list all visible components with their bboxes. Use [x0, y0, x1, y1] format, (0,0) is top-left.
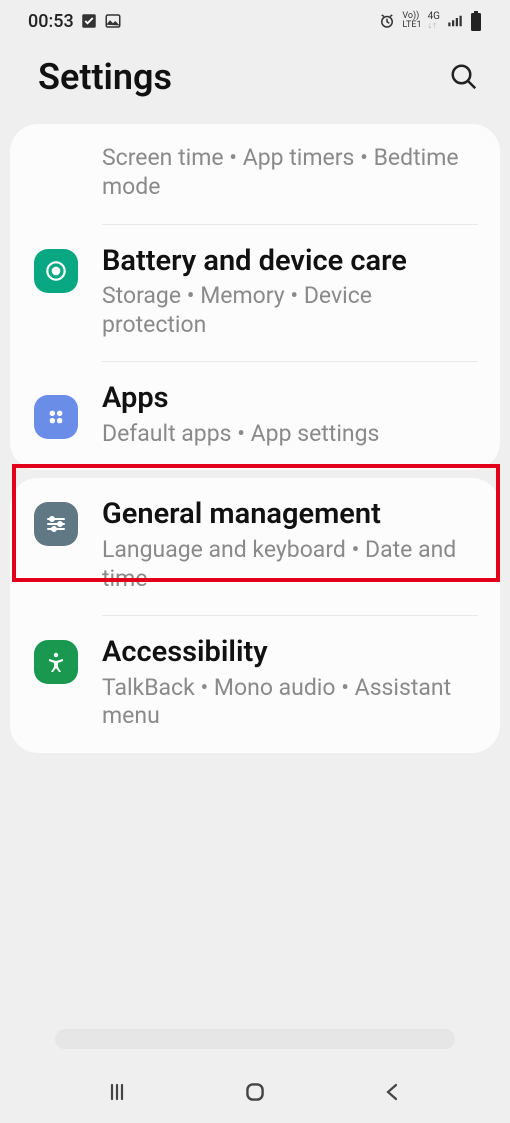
status-left: 00:53 — [28, 11, 122, 32]
status-right: Vo)) LTE1 4G ↓↑ — [378, 11, 482, 31]
image-icon — [104, 12, 122, 30]
row-title: Apps — [102, 382, 478, 415]
row-subtitle: Language and keyboard • Date and time — [102, 536, 478, 594]
header: Settings — [0, 38, 510, 116]
checkbox-icon — [80, 12, 98, 30]
row-title: Battery and device care — [102, 245, 478, 278]
back-button[interactable] — [371, 1070, 415, 1114]
scroll-indicator — [55, 1029, 455, 1049]
screen-time-row[interactable]: Screen time • App timers • Bedtime mode — [10, 124, 500, 224]
battery-device-care-row[interactable]: Battery and device care Storage • Memory… — [10, 225, 500, 362]
accessibility-icon — [34, 640, 78, 684]
signal-icon — [446, 12, 464, 30]
settings-card: General management Language and keyboard… — [10, 478, 500, 753]
page-title: Settings — [38, 56, 172, 98]
general-management-icon — [34, 502, 78, 546]
search-button[interactable] — [446, 59, 482, 95]
recents-button[interactable] — [95, 1070, 139, 1114]
volte-indicator: Vo)) LTE1 — [402, 12, 421, 30]
row-subtitle: Default apps • App settings — [102, 420, 478, 449]
data-indicator: 4G ↓↑ — [428, 12, 440, 31]
row-title: Accessibility — [102, 636, 478, 669]
navigation-bar — [0, 1061, 510, 1123]
battery-icon — [470, 11, 482, 31]
device-care-icon — [34, 249, 78, 293]
accessibility-row[interactable]: Accessibility TalkBack • Mono audio • As… — [10, 616, 500, 753]
general-management-row[interactable]: General management Language and keyboard… — [10, 478, 500, 615]
apps-row[interactable]: Apps Default apps • App settings — [10, 362, 500, 470]
apps-icon — [34, 395, 78, 439]
alarm-icon — [378, 12, 396, 30]
home-button[interactable] — [233, 1070, 277, 1114]
row-subtitle: Screen time • App timers • Bedtime mode — [102, 144, 478, 202]
settings-card: Screen time • App timers • Bedtime mode … — [10, 124, 500, 470]
row-subtitle: Storage • Memory • Device protection — [102, 282, 478, 340]
row-subtitle: TalkBack • Mono audio • Assistant menu — [102, 674, 478, 732]
status-bar: 00:53 Vo)) LTE1 4G ↓↑ — [0, 0, 510, 38]
status-time: 00:53 — [28, 11, 74, 32]
row-title: General management — [102, 498, 478, 531]
